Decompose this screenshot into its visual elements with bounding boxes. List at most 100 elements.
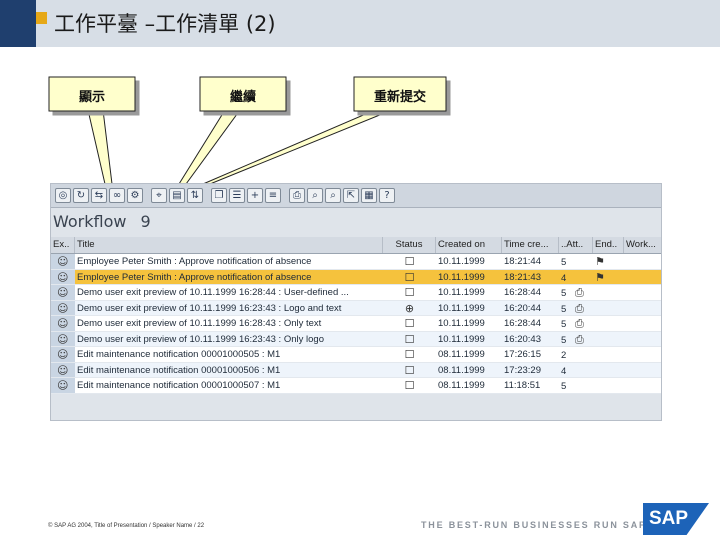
link-icon[interactable]: ∞ xyxy=(109,188,125,203)
row-created-on: 10.11.1999 xyxy=(438,256,485,267)
forward-icon[interactable]: ⇆ xyxy=(91,188,107,203)
row-type-cell: ☺ xyxy=(51,269,75,284)
details-icon[interactable]: ☰ xyxy=(229,188,245,203)
row-work xyxy=(624,270,661,285)
status-icon: ☐ xyxy=(404,286,415,299)
column-header-attachments[interactable]: ..Att.. xyxy=(559,237,593,253)
sort-icon[interactable]: ⇅ xyxy=(187,188,203,203)
row-status: ☐ xyxy=(383,347,436,362)
table-row[interactable]: ☺ Employee Peter Smith : Approve notific… xyxy=(51,254,661,270)
column-header-title[interactable]: Title xyxy=(75,237,383,253)
attachment-icon[interactable]: ⎙ xyxy=(575,286,584,299)
toolbar: ◎ ↻ ⇆ ∞ ⚙ ⌖ ▤ ⇅ ❐ ☰ + ≡ ⎙ ⌕ ⌕ ⇱ ▦ ? xyxy=(51,184,661,208)
table-row[interactable]: ☺ Edit maintenance notification 00001000… xyxy=(51,378,661,394)
flag-icon: ⚑ xyxy=(595,270,605,284)
row-time-created: 18:21:43 xyxy=(504,271,541,283)
table-row[interactable]: ☺ Edit maintenance notification 00001000… xyxy=(51,362,661,378)
column-header-status[interactable]: Status xyxy=(383,237,436,253)
attachment-icon[interactable]: ⎙ xyxy=(575,302,584,315)
row-end xyxy=(593,347,624,362)
row-work xyxy=(624,254,661,269)
row-type-cell: ☺ xyxy=(51,347,75,362)
row-type-cell: ☺ xyxy=(51,285,75,300)
settings-icon[interactable]: ⚙ xyxy=(127,188,143,203)
row-type-cell: ☺ xyxy=(51,254,75,269)
attachment-icon[interactable]: ⎙ xyxy=(575,317,584,330)
copy-icon[interactable]: ❐ xyxy=(211,188,227,203)
row-attachments: 5 ⎙ xyxy=(559,301,593,316)
row-end: ⚑ xyxy=(593,270,624,285)
attachment-icon[interactable]: ⎙ xyxy=(575,333,584,346)
table-row[interactable]: ☺ Edit maintenance notification 00001000… xyxy=(51,347,661,363)
column-header-att: Att.. xyxy=(566,239,584,250)
help-icon[interactable]: ? xyxy=(379,188,395,203)
row-status: ☐ xyxy=(383,378,436,393)
row-attachment-count: 5 xyxy=(561,257,567,268)
workitem-icon: ☺ xyxy=(57,286,69,299)
workflow-icon[interactable]: ◎ xyxy=(55,188,71,203)
row-title[interactable]: Edit maintenance notification 0000100050… xyxy=(75,363,383,378)
footer-tagline: THE BEST-RUN BUSINESSES RUN SAP xyxy=(421,520,647,530)
status-icon: ☐ xyxy=(404,363,415,377)
callout-label-resubmit: 重新提交 xyxy=(373,90,426,105)
row-title[interactable]: Demo user exit preview of 10.11.1999 16:… xyxy=(75,316,383,331)
status-icon: ⊕ xyxy=(404,301,415,315)
workflow-title: Workflow 9 xyxy=(53,212,151,231)
table-row[interactable]: ☺ Demo user exit preview of 10.11.1999 1… xyxy=(51,285,661,301)
row-title[interactable]: Employee Peter Smith : Approve notificat… xyxy=(75,254,383,269)
column-header-created-on[interactable]: Created on xyxy=(436,237,502,253)
callout-tail-display xyxy=(87,109,113,185)
row-time-created: 16:28:44 xyxy=(504,318,541,329)
row-attachments: 5 ⎙ xyxy=(559,332,593,347)
refresh-icon[interactable]: ↻ xyxy=(73,188,89,203)
row-end: ⚑ xyxy=(593,254,624,269)
row-work xyxy=(624,316,661,331)
workitem-icon: ☺ xyxy=(57,332,69,346)
column-header-time-created[interactable]: Time cre... xyxy=(502,237,559,253)
row-attachments: 5 ⎙ xyxy=(559,285,593,300)
row-status: ☐ xyxy=(383,363,436,378)
workitem-icon: ☺ xyxy=(57,270,69,284)
list-icon[interactable]: ≡ xyxy=(265,188,281,203)
row-attachments: 5 ⎙ xyxy=(559,316,593,331)
workflow-table: Ex.. Title Status Created on Time cre...… xyxy=(51,237,661,394)
row-created-on: 08.11.1999 xyxy=(438,364,485,376)
row-work xyxy=(624,285,661,300)
header-accent-gold xyxy=(36,12,47,24)
row-title[interactable]: Edit maintenance notification 0000100050… xyxy=(75,378,383,393)
row-title[interactable]: Demo user exit preview of 10.11.1999 16:… xyxy=(75,285,383,300)
workflow-count: 9 xyxy=(140,212,151,231)
new-icon[interactable]: + xyxy=(247,188,263,203)
table-row[interactable]: ☺ Demo user exit preview of 10.11.1999 1… xyxy=(51,331,661,347)
execute-icon[interactable]: ⌖ xyxy=(151,188,167,203)
row-title[interactable]: Edit maintenance notification 0000100050… xyxy=(75,347,383,362)
find-icon[interactable]: ⌕ xyxy=(307,188,323,203)
row-time-created: 16:20:43 xyxy=(504,333,541,345)
callout-label-display: 顯示 xyxy=(78,90,105,105)
print-icon[interactable]: ⎙ xyxy=(289,188,305,203)
filter-icon[interactable]: ▤ xyxy=(169,188,185,203)
workitem-icon: ☺ xyxy=(57,255,69,268)
export-icon[interactable]: ⇱ xyxy=(343,188,359,203)
column-header-end[interactable]: End.. xyxy=(593,237,624,253)
row-work xyxy=(624,332,661,347)
row-title[interactable]: Employee Peter Smith : Approve notificat… xyxy=(75,270,383,285)
row-end xyxy=(593,332,624,347)
column-header-ex[interactable]: Ex.. xyxy=(51,237,75,253)
flag-icon: ⚑ xyxy=(595,255,605,268)
table-row[interactable]: ☺ Demo user exit preview of 10.11.1999 1… xyxy=(51,300,661,316)
find-next-icon[interactable]: ⌕ xyxy=(325,188,341,203)
layout-icon[interactable]: ▦ xyxy=(361,188,377,203)
workflow-window: ◎ ↻ ⇆ ∞ ⚙ ⌖ ▤ ⇅ ❐ ☰ + ≡ ⎙ ⌕ ⌕ ⇱ ▦ ? Work… xyxy=(50,183,662,421)
row-status: ☐ xyxy=(383,270,436,285)
row-created-on: 10.11.1999 xyxy=(438,302,485,314)
row-end xyxy=(593,363,624,378)
table-row[interactable]: ☺ Employee Peter Smith : Approve notific… xyxy=(51,269,661,285)
row-title[interactable]: Demo user exit preview of 10.11.1999 16:… xyxy=(75,332,383,347)
column-header-work[interactable]: Work... xyxy=(624,237,661,253)
row-status: ☐ xyxy=(383,316,436,331)
row-title[interactable]: Demo user exit preview of 10.11.1999 16:… xyxy=(75,301,383,316)
row-created-on: 08.11.1999 xyxy=(438,380,485,391)
sap-logo: SAP xyxy=(643,503,709,535)
table-row[interactable]: ☺ Demo user exit preview of 10.11.1999 1… xyxy=(51,316,661,332)
